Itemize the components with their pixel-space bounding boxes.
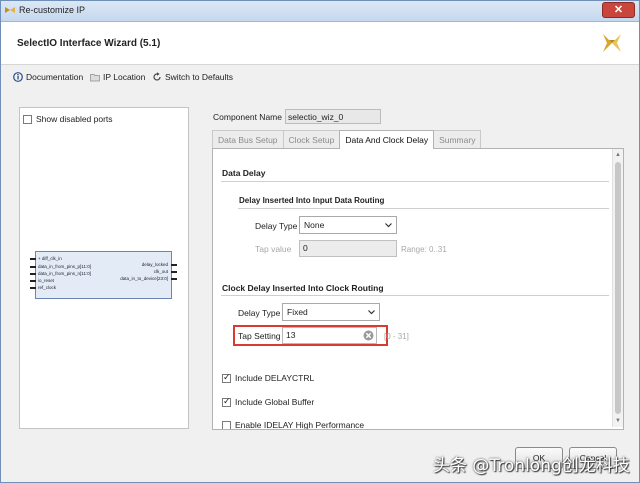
checkbox-box[interactable] [222,420,231,429]
tap-value-label: Tap value [255,244,292,254]
tab-bar: Data Bus Setup Clock Setup Data And Cloc… [212,130,482,149]
data-delay-type-select[interactable]: None [299,216,397,234]
tap-value-range: Range: 0..31 [401,245,447,254]
wizard-title: SelectIO Interface Wizard (5.1) [17,38,161,49]
tap-setting-value: 13 [286,330,296,340]
clock-delay-type-value: Fixed [287,307,308,317]
tap-value-field[interactable]: 0 [299,240,397,257]
tab-data-and-clock-delay[interactable]: Data And Clock Delay [339,130,435,149]
data-and-clock-delay-panel: Data Delay Delay Inserted Into Input Dat… [212,148,624,430]
tap-setting-input[interactable]: 13 [282,327,377,344]
include-global-buffer-checkbox[interactable]: Include Global Buffer [222,396,315,407]
clock-delay-type-label: Delay Type [238,308,281,318]
window-title: Re-customize IP [19,5,86,15]
port-label-left: data_in_from_pins_n[11:0] [38,271,91,276]
port-pin [171,271,177,273]
tab-clock-setup[interactable]: Clock Setup [282,130,341,149]
port-pin [30,287,36,289]
ip-symbol-block: + diff_clk_in data_in_from_pins_p[11:0] … [30,251,177,299]
tap-setting-range: [0 - 31] [384,332,409,341]
scroll-up-arrow-icon[interactable]: ▲ [614,151,622,159]
tab-summary[interactable]: Summary [433,130,482,149]
enable-high-performance-label: Enable IDELAY High Performance [235,420,365,430]
port-pin [30,258,36,260]
watermark: 头条 @Tronlong创龙科技 [433,456,630,476]
xilinx-logo-icon [603,34,621,52]
section-divider [221,181,609,182]
port-pin [171,278,177,280]
port-label-left: + diff_clk_in [38,256,62,261]
checkbox-box[interactable] [23,114,32,124]
component-name-label: Component Name [213,112,282,122]
checkbox-box[interactable] [222,372,231,383]
ip-location-link[interactable]: IP Location [90,72,145,82]
ip-location-label: IP Location [103,72,146,82]
wizard-header: SelectIO Interface Wizard (5.1) [1,22,639,65]
port-label-left: ref_clock [38,285,57,290]
port-pin [30,266,36,268]
include-delayctrl-checkbox[interactable]: Include DELAYCTRL [222,372,315,383]
show-disabled-ports-label: Show disabled ports [36,114,113,124]
title-bar: Re-customize IP ✕ [1,1,639,22]
enable-high-performance-checkbox[interactable]: Enable IDELAY High Performance [222,420,365,430]
scrollbar-thumb[interactable] [615,162,621,414]
port-label-left: data_in_from_pins_p[11:0] [38,264,91,269]
show-disabled-ports-checkbox[interactable]: Show disabled ports [23,114,113,124]
documentation-label: Documentation [26,72,84,82]
data-delay-title: Data Delay [222,168,266,178]
checkbox-box[interactable] [222,396,231,407]
port-pin [30,280,36,282]
switch-to-defaults-link[interactable]: Switch to Defaults [152,72,233,82]
data-delay-type-value: None [304,220,325,230]
section-divider [238,208,609,209]
port-label-right: delay_locked [141,262,168,267]
chevron-down-icon [368,310,375,315]
vertical-scrollbar[interactable]: ▲ ▼ [612,149,623,427]
include-global-buffer-label: Include Global Buffer [235,397,315,407]
scroll-down-arrow-icon[interactable]: ▼ [614,417,622,425]
ip-symbol-panel: Show disabled ports + diff_clk_in data_i… [19,107,189,429]
tab-data-bus-setup[interactable]: Data Bus Setup [212,130,284,149]
port-pin [30,273,36,275]
component-name-field[interactable]: selectio_wiz_0 [285,109,381,124]
port-label-right: data_in_to_device[23:0] [120,276,168,281]
tap-setting-label: Tap Setting [238,331,281,341]
close-button[interactable]: ✕ [602,2,635,18]
section-divider [221,295,609,296]
clear-icon[interactable] [363,330,374,341]
toolbar: Documentation IP Location Switch to Defa… [1,65,639,89]
vivado-app-icon [5,7,15,13]
info-icon [13,72,23,82]
port-label-right: clk_out [153,269,168,274]
switch-to-defaults-label: Switch to Defaults [165,72,234,82]
port-label-left: io_reset [38,278,55,283]
include-delayctrl-label: Include DELAYCTRL [235,373,315,383]
port-pin [171,264,177,266]
clock-delay-type-select[interactable]: Fixed [282,303,380,321]
refresh-icon [153,72,161,81]
dialog-window: Re-customize IP ✕ SelectIO Interface Wiz… [0,0,640,483]
clock-delay-title: Clock Delay Inserted Into Clock Routing [222,283,384,293]
documentation-link[interactable]: Documentation [13,72,83,82]
input-data-routing-subtitle: Delay Inserted Into Input Data Routing [239,196,385,205]
data-delay-type-label: Delay Type [255,221,298,231]
chevron-down-icon [385,223,392,228]
folder-icon [90,74,100,82]
